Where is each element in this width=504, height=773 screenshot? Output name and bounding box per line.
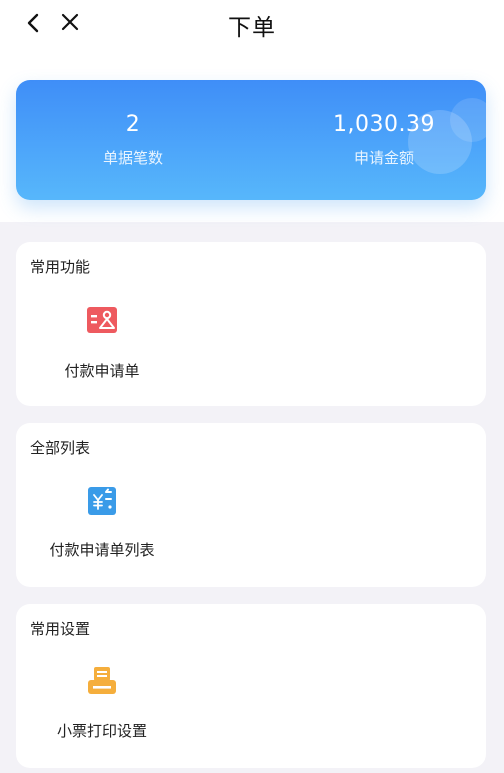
printer-icon	[88, 667, 116, 694]
summary-card: 2 单据笔数 1,030.39 申请金额	[16, 80, 486, 200]
payment-request-button[interactable]: 付款申请单	[32, 304, 172, 381]
section-title: 常用功能	[30, 258, 91, 276]
doc-count-label: 单据笔数	[102, 149, 163, 167]
payment-list-label: 付款申请单列表	[49, 541, 155, 559]
receipt-print-settings-label: 小票打印设置	[56, 722, 147, 740]
receipt-print-settings-button[interactable]: 小票打印设置	[32, 664, 172, 741]
amount-stat[interactable]: 1,030.39 申请金额	[314, 112, 454, 168]
section-common-settings: 常用设置 小票打印设置	[16, 604, 486, 768]
payment-list-icon	[88, 487, 116, 515]
section-title: 常用设置	[30, 620, 91, 638]
section-all-lists: 全部列表 付款申请单列表	[16, 423, 486, 587]
amount-value: 1,030.39	[333, 112, 435, 137]
doc-count-value: 2	[125, 112, 141, 137]
doc-count-stat[interactable]: 2 单据笔数	[63, 112, 203, 168]
page-title: 下单	[228, 15, 276, 41]
decorative-bubble	[450, 98, 486, 142]
payment-list-button[interactable]: 付款申请单列表	[32, 483, 172, 560]
amount-label: 申请金额	[353, 149, 414, 167]
section-title: 全部列表	[30, 439, 91, 457]
payment-request-icon	[87, 307, 117, 333]
top-header: 下单 2 单据笔数 1,030.39 申请金额	[0, 0, 504, 222]
section-common-functions: 常用功能 付款申请单	[16, 242, 486, 406]
payment-request-label: 付款申请单	[64, 362, 140, 380]
